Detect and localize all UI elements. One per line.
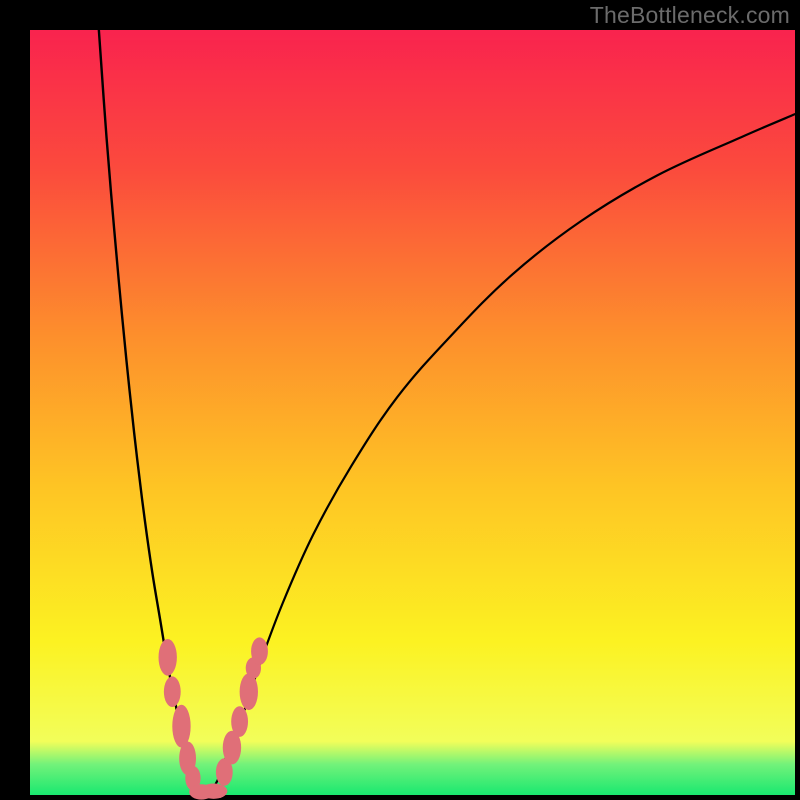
left-branch-curve bbox=[99, 30, 206, 796]
watermark-text: TheBottleneck.com bbox=[590, 2, 790, 29]
data-marker bbox=[172, 705, 190, 748]
data-marker bbox=[231, 706, 248, 737]
data-marker bbox=[159, 639, 177, 676]
outer-frame: TheBottleneck.com bbox=[0, 0, 800, 800]
data-marker bbox=[251, 637, 268, 665]
chart-svg bbox=[30, 30, 795, 795]
data-marker bbox=[240, 673, 258, 710]
marker-group bbox=[159, 637, 268, 799]
plot-area bbox=[30, 30, 795, 795]
right-branch-curve bbox=[206, 114, 795, 795]
data-marker bbox=[200, 784, 228, 799]
data-marker bbox=[164, 676, 181, 707]
